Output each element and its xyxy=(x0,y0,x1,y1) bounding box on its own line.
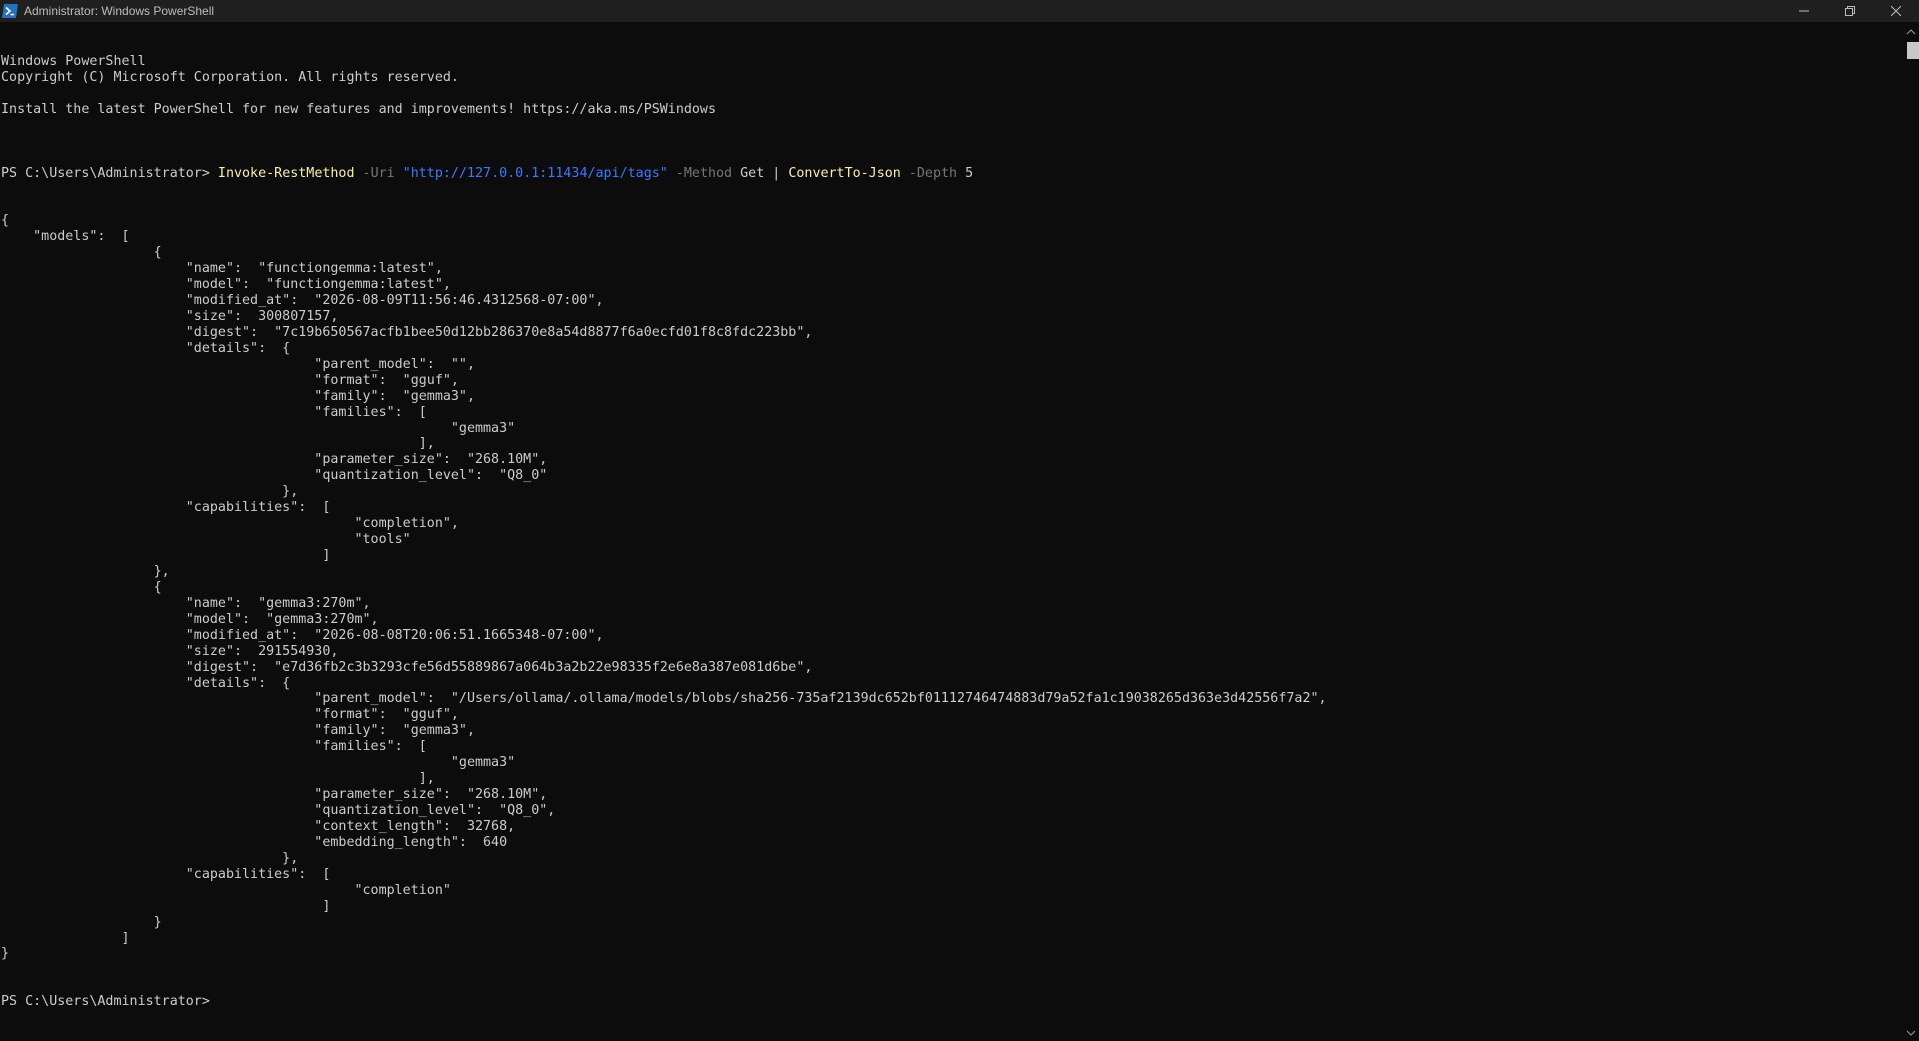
param-depth: -Depth xyxy=(900,165,958,181)
chevron-up-icon xyxy=(1906,29,1916,35)
output-line: "families": [ xyxy=(1,404,427,420)
banner-line xyxy=(1,86,1903,102)
output-line: "size": 291554930, xyxy=(1,643,339,659)
minimize-icon xyxy=(1799,10,1809,12)
output-line: "embedding_length": 640 xyxy=(1,834,508,850)
output-line: "digest": "7c19b650567acfb1bee50d12bb286… xyxy=(1,324,813,340)
output-line: "parameter_size": "268.10M", xyxy=(1,787,548,803)
output-line: "name": "functiongemma:latest", xyxy=(1,261,443,277)
final-prompt: PS C:\Users\Administrator> xyxy=(1,994,218,1010)
output-line: "parent_model": "", xyxy=(1,356,475,372)
param-method: -Method xyxy=(667,165,733,181)
output-line: }, xyxy=(1,484,299,500)
output-line: }, xyxy=(1,563,170,579)
output-line: "quantization_level": "Q8_0" xyxy=(1,468,548,484)
output-line: ], xyxy=(1,771,435,787)
output-line: { xyxy=(1,213,10,229)
output-line: } xyxy=(1,946,10,962)
output-line: "parameter_size": "268.10M", xyxy=(1,452,548,468)
output-line: "capabilities": [ xyxy=(1,500,331,516)
output-line: "completion", xyxy=(1,516,459,532)
output-line: { xyxy=(1,245,162,261)
output-line: ] xyxy=(1,548,331,564)
output-line: "parent_model": "/Users/ollama/.ollama/m… xyxy=(1,691,1327,707)
output-line: "digest": "e7d36fb2c3b3293cfe56d55889867… xyxy=(1,659,813,675)
output-line: }, xyxy=(1,850,299,866)
chevron-down-icon xyxy=(1906,1030,1916,1036)
console-output[interactable]: Windows PowerShell Copyright (C) Microsof… xyxy=(0,22,1903,1041)
scroll-up-button[interactable] xyxy=(1903,24,1919,40)
output-line: "details": { xyxy=(1,340,291,356)
output-line: "families": [ xyxy=(1,739,427,755)
powershell-icon xyxy=(2,4,18,18)
restore-icon xyxy=(1845,6,1855,16)
banner-line xyxy=(1,118,1903,134)
output-line: ] xyxy=(1,930,130,946)
output-line: "name": "gemma3:270m", xyxy=(1,595,371,611)
output-line: "modified_at": "2026-08-08T20:06:51.1665… xyxy=(1,627,604,643)
output-line: "family": "gemma3", xyxy=(1,388,475,404)
output-line: "quantization_level": "Q8_0", xyxy=(1,803,556,819)
output-line: "context_length": 32768, xyxy=(1,818,516,834)
output-line: "family": "gemma3", xyxy=(1,723,475,739)
window-title: Administrator: Windows PowerShell xyxy=(24,4,215,18)
param-uri: -Uri xyxy=(354,165,403,181)
output-line: "completion" xyxy=(1,882,451,898)
output-line: "capabilities": [ xyxy=(1,866,331,882)
close-icon xyxy=(1891,6,1901,16)
banner-text: Windows PowerShell Copyright (C) Microsof… xyxy=(1,54,1903,134)
output-line: "format": "gguf", xyxy=(1,707,459,723)
output-line: "details": { xyxy=(1,675,291,691)
cmdlet2-name: ConvertTo-Json xyxy=(788,165,901,181)
prompt: PS C:\Users\Administrator> xyxy=(1,165,218,181)
vertical-scrollbar[interactable] xyxy=(1903,22,1919,1041)
restore-button[interactable] xyxy=(1827,0,1873,22)
output-line: "size": 300807157, xyxy=(1,308,339,324)
uri-value: "http://127.0.0.1:11434/api/tags" xyxy=(402,165,668,181)
output-line: ] xyxy=(1,898,331,914)
output-line: "models": [ xyxy=(1,229,130,245)
banner-line: Install the latest PowerShell for new fe… xyxy=(1,101,716,117)
banner-line: Windows PowerShell xyxy=(1,53,146,69)
output-line: "gemma3" xyxy=(1,420,516,436)
output-line: "model": "gemma3:270m", xyxy=(1,611,379,627)
banner-line: Copyright (C) Microsoft Corporation. All… xyxy=(1,69,459,85)
final-prompt-line[interactable]: PS C:\Users\Administrator> xyxy=(1,994,1903,1010)
output-line: { xyxy=(1,579,162,595)
method-value: Get | xyxy=(732,165,789,181)
output-line: "model": "functiongemma:latest", xyxy=(1,277,451,293)
output-line: "format": "gguf", xyxy=(1,372,459,388)
output-line: "gemma3" xyxy=(1,755,516,771)
title-bar[interactable]: Administrator: Windows PowerShell xyxy=(0,0,1919,22)
minimize-button[interactable] xyxy=(1781,0,1827,22)
output-line: ], xyxy=(1,436,435,452)
output-line: "tools" xyxy=(1,532,411,548)
cmdlet-name: Invoke-RestMethod xyxy=(217,165,355,181)
command-line: PS C:\Users\Administrator> Invoke-RestMe… xyxy=(1,166,1903,182)
powershell-window: Administrator: Windows PowerShell Window… xyxy=(0,0,1919,1041)
output-line: } xyxy=(1,914,162,930)
scroll-thumb[interactable] xyxy=(1907,42,1919,59)
json-output: { "models": [ { "name": "functiongemma:l… xyxy=(1,213,1903,962)
close-button[interactable] xyxy=(1873,0,1919,22)
output-line: "modified_at": "2026-08-09T11:56:46.4312… xyxy=(1,293,604,309)
scroll-down-button[interactable] xyxy=(1903,1025,1919,1041)
depth-value: 5 xyxy=(957,165,974,181)
